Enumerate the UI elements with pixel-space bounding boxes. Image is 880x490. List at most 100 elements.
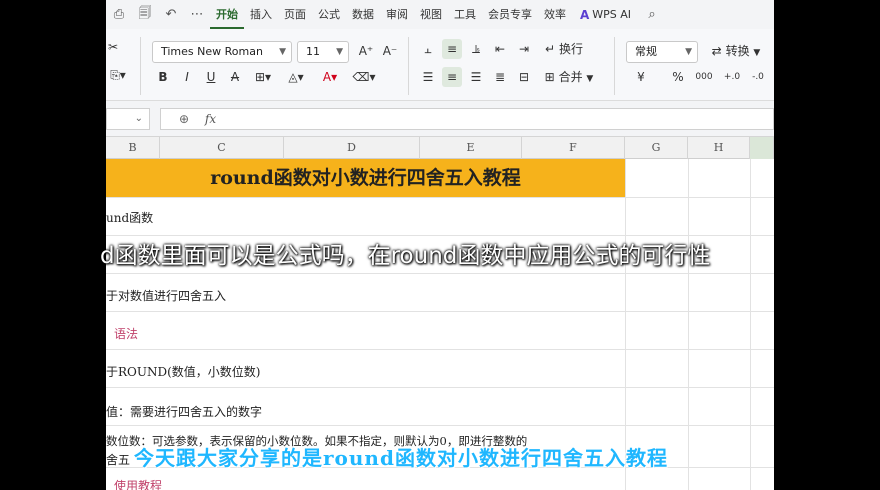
chevron-down-icon: ▼: [753, 48, 761, 58]
tab-view[interactable]: 视图: [414, 0, 448, 29]
percent-button[interactable]: %: [668, 67, 688, 87]
font-name-select[interactable]: Times New Roman ▼: [152, 41, 292, 63]
column-header-e[interactable]: E: [420, 137, 522, 159]
ribbon-divider: [408, 37, 409, 95]
tab-home[interactable]: 开始: [210, 0, 244, 29]
format-painter-icon[interactable]: ⎘▾: [106, 65, 130, 85]
bold-button[interactable]: B: [154, 67, 172, 87]
chevron-down-icon: ▼: [685, 47, 692, 57]
align-top-icon[interactable]: ⫠: [418, 39, 438, 59]
wps-ai-button[interactable]: A WPS AI: [572, 8, 639, 22]
merge-button[interactable]: ⊞ 合并 ▼: [538, 67, 600, 89]
wps-ai-logo-icon: A: [580, 7, 590, 22]
tab-member[interactable]: 会员专享: [482, 0, 538, 29]
fill-color-icon[interactable]: ◬▾: [282, 67, 310, 87]
font-size-value: 11: [306, 45, 320, 58]
strikethrough-button[interactable]: A: [226, 67, 244, 87]
ribbon-toolbar: ✂ ⎘▾ Times New Roman ▼ 11 ▼ A⁺ A⁻ B I U …: [106, 29, 774, 101]
column-header-c[interactable]: C: [160, 137, 284, 159]
column-header-d[interactable]: D: [284, 137, 420, 159]
tab-data[interactable]: 数据: [346, 0, 380, 29]
cut-icon[interactable]: ✂: [106, 37, 120, 57]
align-bottom-icon[interactable]: ⫡: [466, 39, 486, 59]
title-cell[interactable]: round函数对小数进行四舍五入教程: [106, 159, 625, 197]
sheet-grid[interactable]: round函数对小数进行四舍五入教程 und函数 于对数值进行四舍五入 语法 于…: [106, 159, 774, 490]
currency-button[interactable]: ¥: [628, 67, 654, 87]
italic-button[interactable]: I: [178, 67, 196, 87]
distribute-icon[interactable]: ⊟: [514, 67, 534, 87]
border-icon[interactable]: ⊞▾: [250, 67, 276, 87]
grid-line: [106, 273, 774, 274]
cell-number-param[interactable]: 值：需要进行四舍五入的数字: [106, 403, 262, 420]
grow-font-button[interactable]: A⁺: [356, 41, 376, 61]
cell-syntax[interactable]: 于ROUND(数值，小数位数): [106, 363, 260, 380]
undo-icon[interactable]: ↶: [158, 7, 184, 22]
column-header-b[interactable]: B: [106, 137, 160, 159]
tab-insert[interactable]: 插入: [244, 0, 278, 29]
more-icon[interactable]: ⋯: [184, 7, 210, 22]
underline-button[interactable]: U: [202, 67, 220, 87]
clear-format-icon[interactable]: ⌫▾: [350, 67, 378, 87]
wrap-text-icon: ↵: [545, 42, 556, 56]
align-left-icon[interactable]: ☰: [418, 67, 438, 87]
font-size-select[interactable]: 11 ▼: [297, 41, 349, 63]
tab-efficiency[interactable]: 效率: [538, 0, 572, 29]
font-name-value: Times New Roman: [161, 45, 263, 58]
indent-decrease-icon[interactable]: ⇤: [490, 39, 510, 59]
cell-syntax-heading[interactable]: 语法: [114, 325, 138, 342]
decrease-decimal-button[interactable]: -.0: [746, 67, 770, 87]
cell-digits-param-cont[interactable]: 舍五: [106, 451, 130, 468]
thousands-button[interactable]: 000: [692, 67, 716, 87]
merge-label: 合并: [558, 70, 583, 84]
chevron-down-icon: ▼: [586, 74, 594, 84]
grid-line: [106, 425, 774, 426]
grid-line: [106, 311, 774, 312]
tab-formula[interactable]: 公式: [312, 0, 346, 29]
ribbon-divider: [614, 37, 615, 95]
number-format-select[interactable]: 常规 ▼: [626, 41, 698, 63]
fx-icon[interactable]: fx: [205, 112, 216, 126]
shrink-font-button[interactable]: A⁻: [380, 41, 400, 61]
column-header-h[interactable]: H: [688, 137, 750, 159]
tab-page[interactable]: 页面: [278, 0, 312, 29]
name-box[interactable]: ⌄: [106, 108, 150, 130]
ribbon-divider: [140, 37, 141, 95]
zoom-icon[interactable]: ⊕: [179, 112, 189, 126]
video-subtitle-bottom: 今天跟大家分享的是round函数对小数进行四舍五入教程: [134, 446, 668, 470]
align-right-icon[interactable]: ☰: [466, 67, 486, 87]
increase-decimal-button[interactable]: +.0: [720, 67, 744, 87]
search-icon[interactable]: ⌕: [639, 7, 665, 22]
print-preview-icon[interactable]: 🗐: [132, 4, 158, 26]
tab-review[interactable]: 审阅: [380, 0, 414, 29]
formula-input[interactable]: ⊕ fx: [160, 108, 774, 130]
grid-line: [688, 159, 689, 490]
number-format-value: 常规: [635, 45, 657, 58]
menu-bar: ⎙ 🗐 ↶ ⋯ 开始 插入 页面 公式 数据 审阅 视图 工具 会员专享 效率 …: [106, 0, 774, 29]
formula-bar: ⌄ ⊕ fx: [106, 101, 774, 137]
chevron-down-icon: ▼: [336, 47, 343, 57]
cell-intro[interactable]: und函数: [106, 209, 153, 226]
column-header-g[interactable]: G: [625, 137, 688, 159]
align-middle-icon[interactable]: ≡: [442, 39, 462, 59]
justify-icon[interactable]: ≣: [490, 67, 510, 87]
convert-button[interactable]: ⇄ 转换 ▼: [706, 41, 766, 63]
print-icon[interactable]: ⎙: [106, 7, 132, 22]
indent-increase-icon[interactable]: ⇥: [514, 39, 534, 59]
column-header-i[interactable]: [750, 137, 774, 159]
wrap-text-button[interactable]: ↵ 换行: [538, 39, 590, 59]
video-subtitle-top: d函数里面可以是公式吗，在round函数中应用公式的可行性: [100, 243, 711, 269]
wps-ai-label: WPS AI: [592, 8, 632, 21]
align-center-icon[interactable]: ≡: [442, 67, 462, 87]
column-header-f[interactable]: F: [522, 137, 625, 159]
font-color-icon[interactable]: A▾: [316, 67, 344, 87]
tab-tools[interactable]: 工具: [448, 0, 482, 29]
grid-line: [750, 159, 751, 490]
cell-tutorial-heading[interactable]: 使用教程: [114, 477, 162, 490]
grid-line: [106, 387, 774, 388]
grid-line: [106, 197, 774, 198]
grid-line: [625, 159, 626, 490]
cell-purpose[interactable]: 于对数值进行四舍五入: [106, 287, 226, 304]
chevron-down-icon: ⌄: [134, 113, 143, 124]
grid-line: [106, 349, 774, 350]
convert-icon: ⇄: [711, 44, 722, 58]
